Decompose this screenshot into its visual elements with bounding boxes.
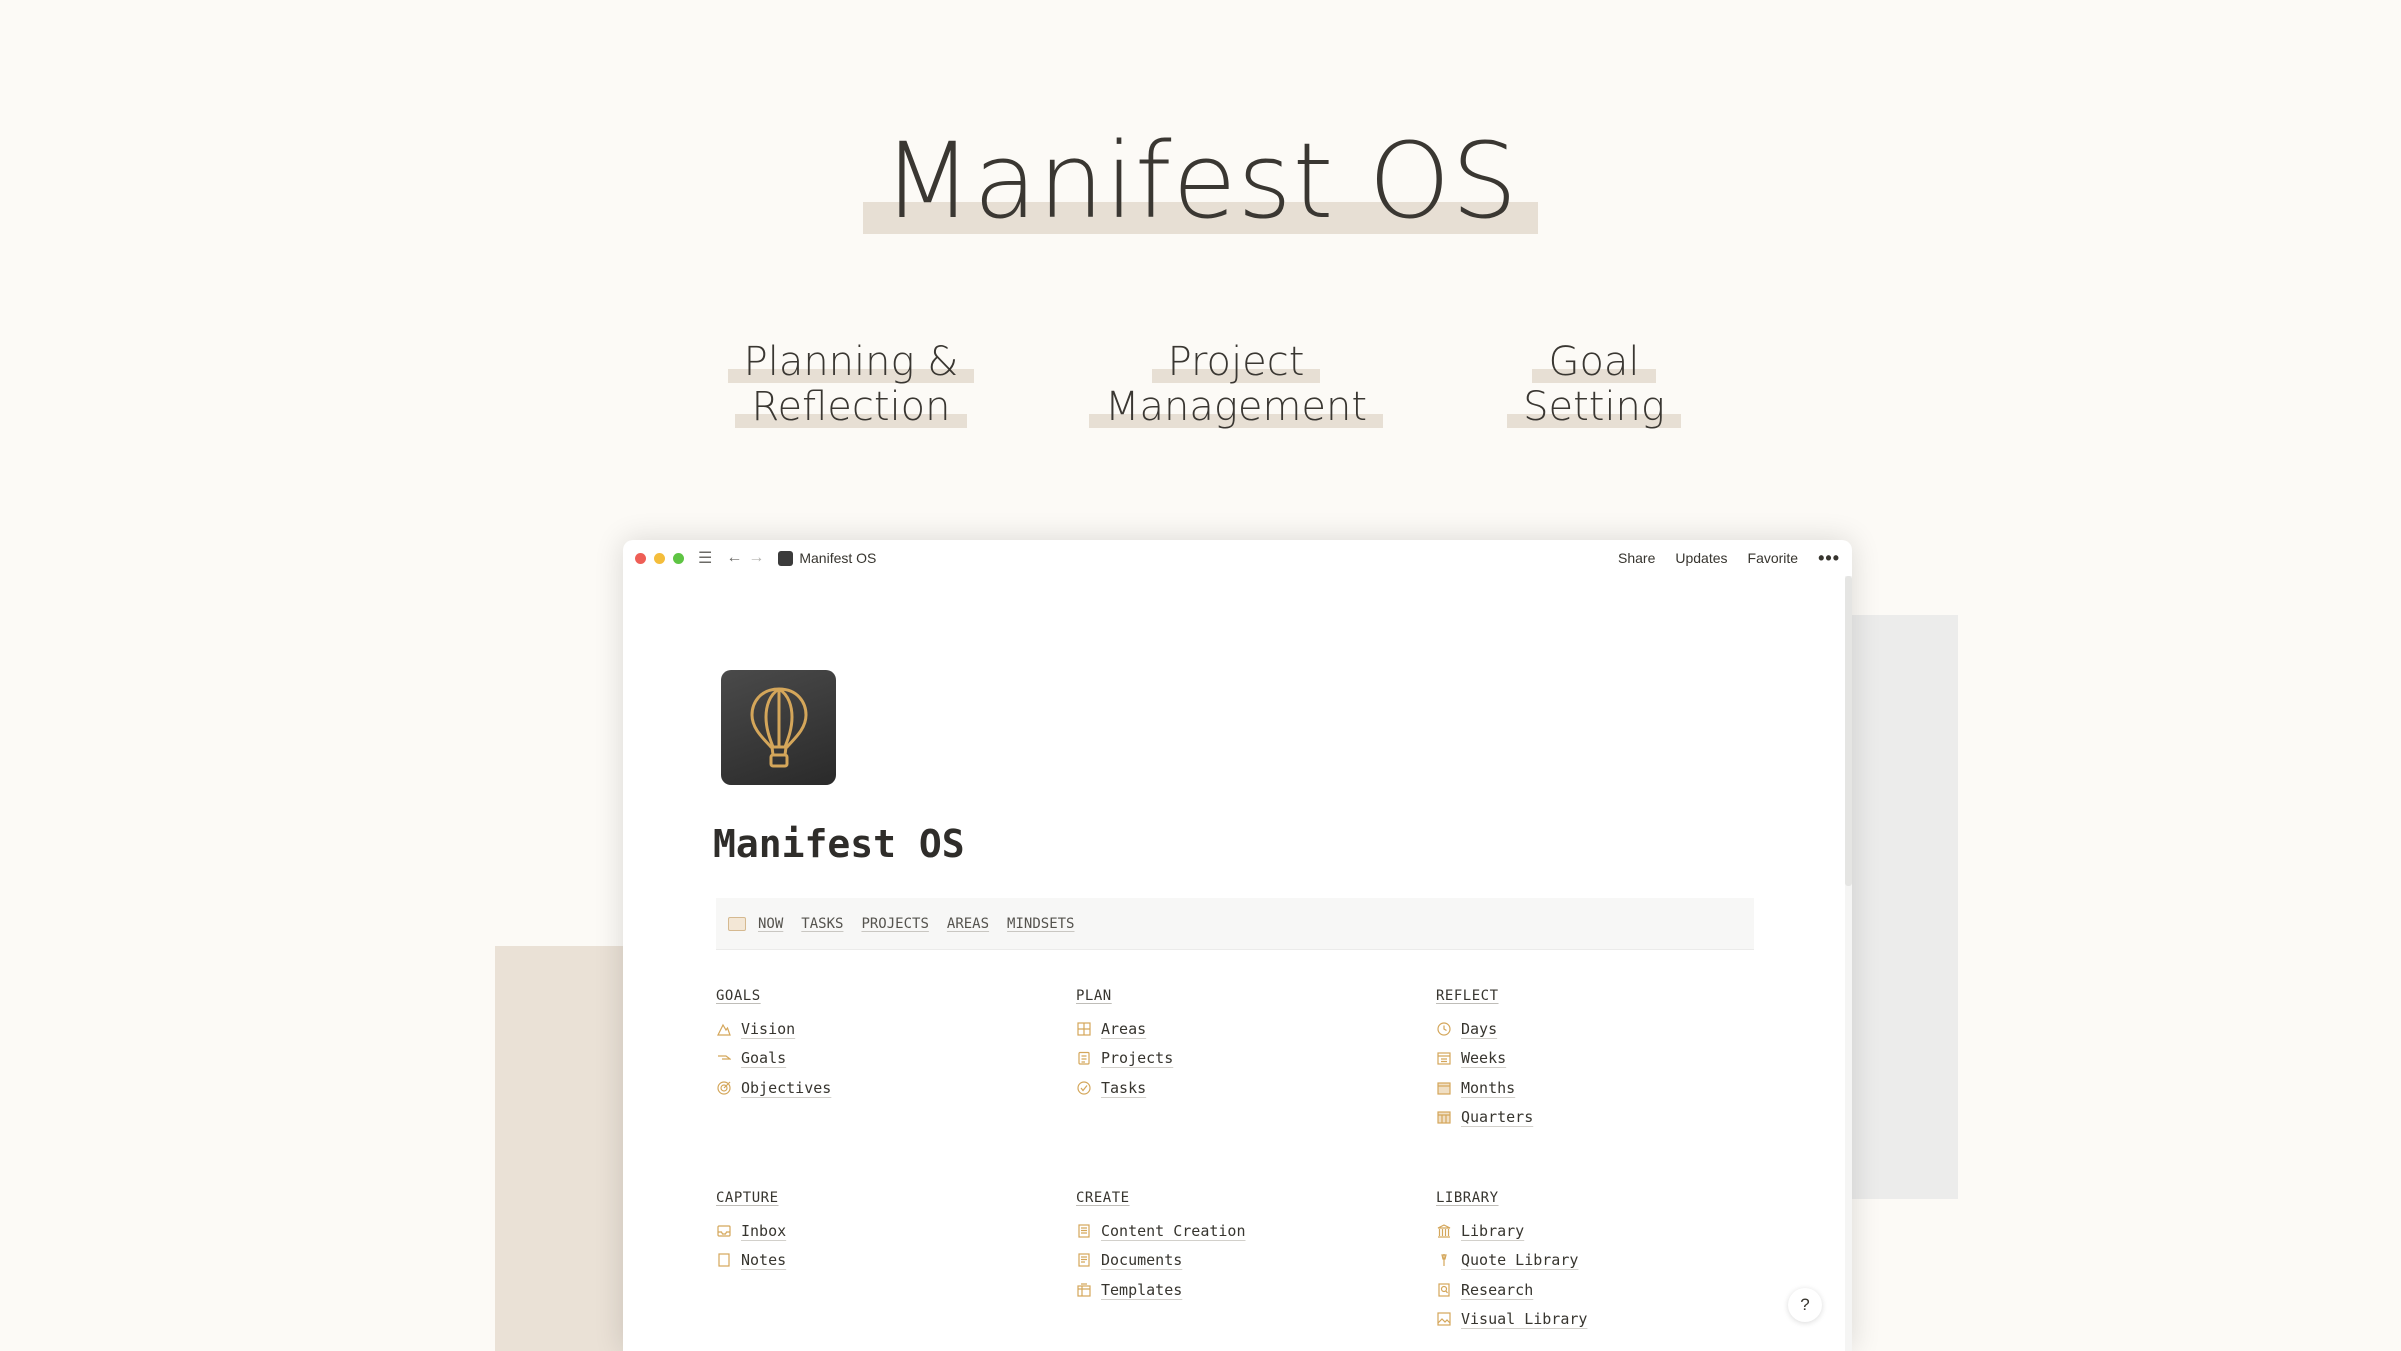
favorite-button[interactable]: Favorite [1748,550,1799,566]
list-item[interactable]: Vision [716,1014,1036,1044]
research-icon [1436,1282,1452,1298]
note-icon [716,1252,732,1268]
inbox-icon [716,1223,732,1239]
quick-nav-bar: NOW TASKS PROJECTS AREAS MINDSETS [716,898,1754,950]
minimize-window-button[interactable] [654,552,665,564]
page-icon-small [778,550,794,566]
list-item[interactable]: Inbox [716,1216,1036,1246]
maximize-window-button[interactable] [673,552,684,564]
document-icon [1076,1223,1092,1239]
section-capture: CAPTURE Inbox Notes [716,1190,1036,1275]
section-heading[interactable]: CREATE [1076,1190,1396,1206]
list-item[interactable]: Research [1436,1275,1756,1305]
list-item[interactable]: Areas [1076,1014,1396,1044]
decorative-block-left [495,946,625,1351]
hero-title: Manifest OS [0,120,2401,242]
list-item[interactable]: Quarters [1436,1103,1756,1133]
list-item[interactable]: Weeks [1436,1044,1756,1074]
list-item[interactable]: Visual Library [1436,1305,1756,1335]
menu-icon[interactable]: ☰ [698,548,712,568]
calendar-icon [1436,1080,1452,1096]
nav-link-tasks[interactable]: TASKS [801,916,843,932]
section-reflect: REFLECT Days Weeks Months Quarters [1436,988,1756,1132]
help-button[interactable]: ? [1788,1288,1822,1322]
clock-icon [1436,1021,1452,1037]
list-item[interactable]: Content Creation [1076,1216,1396,1246]
list-item[interactable]: Days [1436,1014,1756,1044]
title-bar: ☰ ← → Manifest OS Share Updates Favorite… [623,540,1852,576]
target-icon [716,1080,732,1096]
calendar-icon [1436,1109,1452,1125]
list-item[interactable]: Projects [1076,1044,1396,1074]
image-icon [1436,1311,1452,1327]
calendar-icon [728,916,746,931]
feature-list: Planning & Reflection Project Management… [0,340,2401,460]
nav-link-projects[interactable]: PROJECTS [861,916,928,932]
list-item[interactable]: Months [1436,1073,1756,1103]
nav-link-areas[interactable]: AREAS [947,916,989,932]
nav-link-now[interactable]: NOW [758,916,783,932]
section-heading[interactable]: LIBRARY [1436,1190,1756,1206]
breadcrumb[interactable]: Manifest OS [799,550,876,566]
section-heading[interactable]: GOALS [716,988,1036,1004]
feature-planning: Planning & Reflection [701,340,1001,430]
page-title[interactable]: Manifest OS [713,822,965,866]
scrollbar-thumb[interactable] [1845,576,1852,886]
mountain-icon [716,1021,732,1037]
list-item[interactable]: Quote Library [1436,1246,1756,1276]
more-options-icon[interactable]: ••• [1818,548,1840,569]
section-goals: GOALS Vision Goals Objectives [716,988,1036,1103]
list-item[interactable]: Documents [1076,1246,1396,1276]
quote-icon [1436,1252,1452,1268]
section-heading[interactable]: REFLECT [1436,988,1756,1004]
list-item[interactable]: Library [1436,1216,1756,1246]
list-item[interactable]: Objectives [716,1073,1036,1103]
clipboard-icon [1076,1050,1092,1066]
calendar-icon [1436,1050,1452,1066]
feature-goal-setting: Goal Setting [1444,340,1744,430]
template-icon [1076,1282,1092,1298]
back-arrow-icon[interactable]: ← [726,549,742,567]
list-item[interactable]: Notes [716,1246,1036,1276]
hot-air-balloon-icon[interactable] [721,670,836,785]
decorative-block-right [1840,615,1958,1199]
forward-arrow-icon[interactable]: → [748,549,764,567]
map-icon [1076,1021,1092,1037]
close-window-button[interactable] [635,552,646,564]
library-icon [1436,1223,1452,1239]
list-item[interactable]: Tasks [1076,1073,1396,1103]
section-library: LIBRARY Library Quote Library Research V… [1436,1190,1756,1334]
feature-project-management: Project Management [1086,340,1386,430]
section-heading[interactable]: CAPTURE [716,1190,1036,1206]
list-item[interactable]: Templates [1076,1275,1396,1305]
nav-link-mindsets[interactable]: MINDSETS [1007,916,1074,932]
checkmark-icon [1076,1080,1092,1096]
section-create: CREATE Content Creation Documents Templa… [1076,1190,1396,1305]
document-icon [1076,1252,1092,1268]
app-window: ☰ ← → Manifest OS Share Updates Favorite… [623,540,1852,1351]
share-button[interactable]: Share [1618,550,1655,566]
flag-icon [716,1050,732,1066]
section-heading[interactable]: PLAN [1076,988,1396,1004]
list-item[interactable]: Goals [716,1044,1036,1074]
updates-button[interactable]: Updates [1675,550,1727,566]
section-plan: PLAN Areas Projects Tasks [1076,988,1396,1103]
